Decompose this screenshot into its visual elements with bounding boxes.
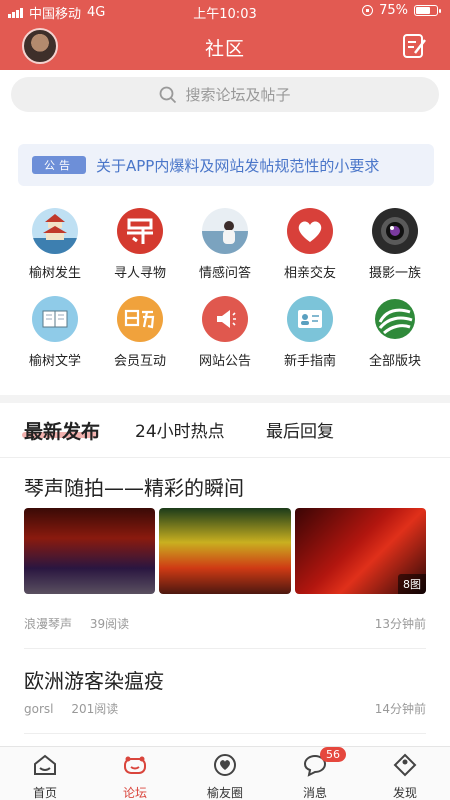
post-divider bbox=[24, 733, 426, 734]
nav-label: 首页 bbox=[32, 786, 57, 800]
battery-percent: 75% bbox=[379, 3, 408, 18]
id-card-icon bbox=[287, 296, 333, 342]
nav-messages[interactable]: 56 消息 bbox=[280, 747, 350, 800]
forum-label: 全部版块 bbox=[368, 354, 421, 369]
tab-latest[interactable]: 最新发布 bbox=[24, 417, 100, 444]
announcement-tag: 公告 bbox=[32, 156, 86, 174]
all-sections-icon bbox=[372, 296, 418, 342]
forum-label: 新手指南 bbox=[283, 354, 336, 369]
friends-heart-icon bbox=[214, 754, 236, 776]
forum-item[interactable]: 情感问答 bbox=[180, 208, 270, 281]
nav-label: 榆友圈 bbox=[206, 786, 243, 800]
post-time: 14分钟前 bbox=[374, 702, 426, 716]
emotion-icon bbox=[202, 208, 248, 254]
forum-item[interactable]: 榆树发生 bbox=[10, 208, 100, 281]
forum-item[interactable]: 会员互动 bbox=[95, 296, 185, 369]
top-bar: 中国移动 4G 上午10:03 75% 社区 bbox=[0, 0, 450, 70]
forum-label: 榆树文学 bbox=[28, 354, 81, 369]
nav-home[interactable]: 首页 bbox=[10, 753, 80, 800]
heart-icon bbox=[287, 208, 333, 254]
search-placeholder: 搜索论坛及帖子 bbox=[185, 86, 291, 104]
forum-item[interactable]: 相亲交友 bbox=[265, 208, 355, 281]
post-time: 13分钟前 bbox=[374, 617, 426, 631]
nav-label: 消息 bbox=[302, 786, 327, 800]
post-reads: 39阅读 bbox=[89, 617, 130, 631]
nav-forum[interactable]: 论坛 bbox=[100, 753, 170, 800]
post-image[interactable] bbox=[159, 508, 291, 594]
forum-item[interactable]: 寻人寻物 bbox=[95, 208, 185, 281]
post-images[interactable]: 8图 bbox=[24, 508, 426, 594]
search-person-icon bbox=[117, 208, 163, 254]
bottom-nav: 首页 论坛 榆友圈 56 消息 发现 bbox=[0, 746, 450, 800]
post-image[interactable] bbox=[24, 508, 156, 594]
forum-item[interactable]: 新手指南 bbox=[265, 296, 355, 369]
forum-label: 网站公告 bbox=[198, 354, 251, 369]
battery-icon bbox=[414, 5, 441, 16]
forum-label: 会员互动 bbox=[113, 354, 166, 369]
interact-icon bbox=[117, 296, 163, 342]
forum-label: 摄影一族 bbox=[368, 266, 421, 281]
tab-divider bbox=[0, 457, 450, 458]
app-header: 社区 bbox=[0, 22, 450, 70]
post-title[interactable]: 琴声随拍——精彩的瞬间 bbox=[24, 472, 244, 501]
forum-label: 榆树发生 bbox=[28, 266, 81, 281]
tab-24h-hot[interactable]: 24小时热点 bbox=[135, 417, 225, 442]
home-icon bbox=[34, 754, 56, 775]
nav-friends[interactable]: 榆友圈 bbox=[190, 753, 260, 800]
page-title: 社区 bbox=[204, 38, 245, 60]
image-count-badge: 8图 bbox=[397, 574, 426, 594]
search-bar[interactable]: 搜索论坛及帖子 bbox=[11, 77, 439, 112]
section-divider bbox=[0, 395, 450, 403]
book-icon bbox=[32, 296, 78, 342]
forum-label: 相亲交友 bbox=[283, 266, 336, 281]
forum-label: 寻人寻物 bbox=[113, 266, 166, 281]
nav-label: 论坛 bbox=[122, 786, 147, 800]
search-icon bbox=[160, 86, 177, 103]
status-bar: 中国移动 4G 上午10:03 75% bbox=[0, 0, 450, 22]
forum-item[interactable]: 榆树文学 bbox=[10, 296, 100, 369]
post-image[interactable]: 8图 bbox=[294, 508, 426, 594]
forum-icon bbox=[124, 756, 146, 774]
pavilion-icon bbox=[32, 208, 78, 254]
camera-icon bbox=[372, 208, 418, 254]
rotation-lock-icon bbox=[362, 5, 374, 16]
post-reads: 201阅读 bbox=[71, 702, 119, 716]
post-tabs: 最新发布 24小时热点 最后回复 bbox=[0, 403, 450, 457]
forum-item[interactable]: 网站公告 bbox=[180, 296, 270, 369]
discover-tag-icon bbox=[393, 753, 417, 777]
post-title[interactable]: 欧洲游客染瘟疫 bbox=[24, 665, 164, 694]
message-badge: 56 bbox=[320, 747, 346, 762]
post-author: gorsl bbox=[24, 702, 54, 716]
forum-label: 情感问答 bbox=[198, 266, 251, 281]
nav-discover[interactable]: 发现 bbox=[370, 753, 440, 800]
forum-item[interactable]: 全部版块 bbox=[350, 296, 440, 369]
megaphone-icon bbox=[202, 296, 248, 342]
forum-item[interactable]: 摄影一族 bbox=[350, 208, 440, 281]
post-divider bbox=[24, 648, 426, 649]
post-meta: 浪漫琴声 39阅读 bbox=[24, 615, 129, 632]
announcement-text: 关于APP内爆料及网站发帖规范性的小要求 bbox=[96, 156, 380, 175]
announcement-banner[interactable]: 公告 关于APP内爆料及网站发帖规范性的小要求 bbox=[18, 144, 434, 186]
post-author: 浪漫琴声 bbox=[24, 617, 73, 631]
edit-note-icon[interactable] bbox=[402, 32, 428, 60]
nav-label: 发现 bbox=[392, 786, 417, 800]
tab-last-reply[interactable]: 最后回复 bbox=[266, 417, 334, 442]
post-meta: gorsl 201阅读 bbox=[24, 700, 118, 717]
